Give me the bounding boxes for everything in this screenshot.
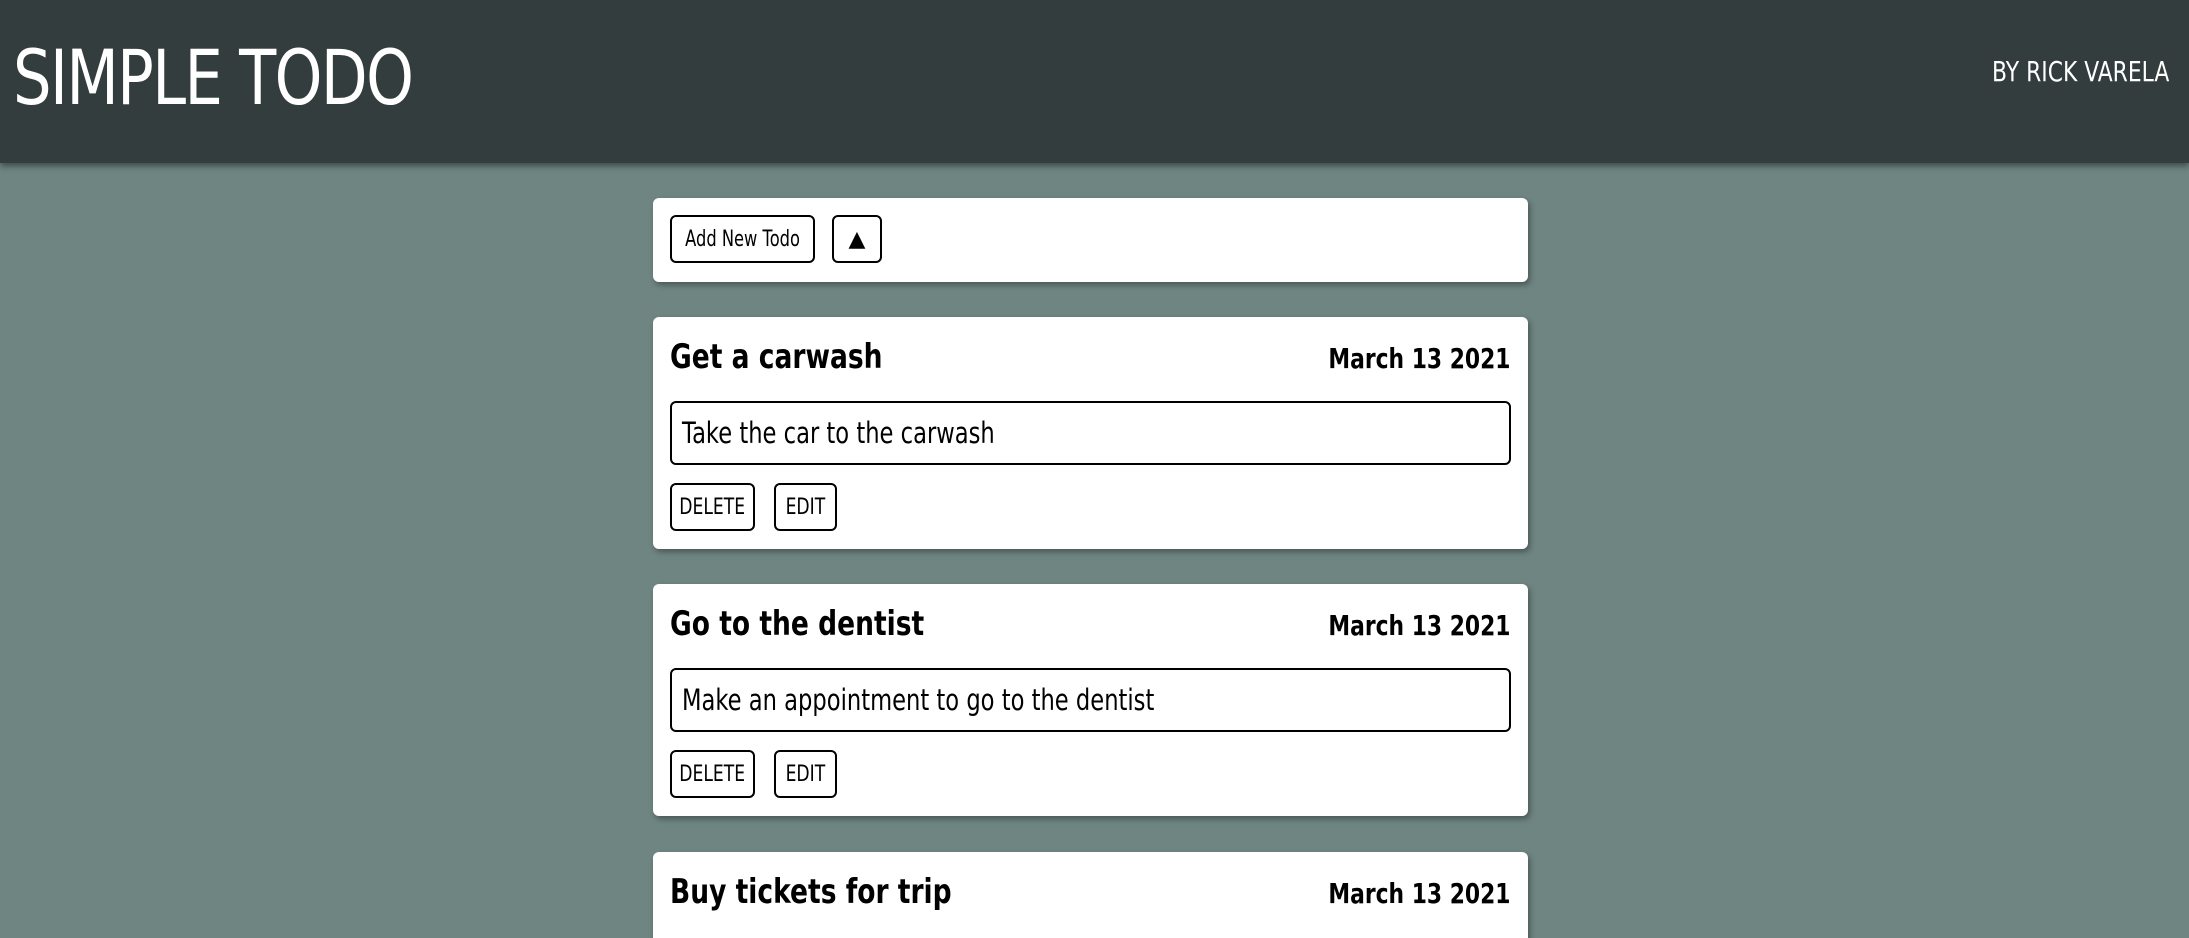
triangle-up-icon: ▲ xyxy=(848,226,866,252)
todo-card: Go to the dentist March 13 2021 Make an … xyxy=(653,584,1528,816)
todo-title: Go to the dentist xyxy=(670,604,925,644)
todo-date: March 13 2021 xyxy=(1327,342,1510,375)
edit-label: EDIT xyxy=(785,494,826,520)
todo-date: March 13 2021 xyxy=(1327,877,1510,910)
delete-todo-button[interactable]: DELETE xyxy=(670,750,755,798)
author-byline: BY RICK VARELA xyxy=(1991,55,2169,88)
todo-date: March 13 2021 xyxy=(1327,609,1510,642)
add-new-todo-label: Add New Todo xyxy=(685,226,800,252)
todo-card: Get a carwash March 13 2021 Take the car… xyxy=(653,317,1528,549)
todo-title: Buy tickets for trip xyxy=(670,872,952,912)
todo-description-text: Make an appointment to go to the dentist xyxy=(682,683,1155,717)
collapse-toggle-button[interactable]: ▲ xyxy=(832,215,882,263)
add-new-todo-button[interactable]: Add New Todo xyxy=(670,215,815,263)
todo-controls-panel: Add New Todo ▲ xyxy=(653,198,1528,282)
delete-label: DELETE xyxy=(679,494,746,520)
todo-card: Buy tickets for trip March 13 2021 xyxy=(653,852,1528,938)
app-title: SIMPLE TODO xyxy=(13,33,414,122)
todo-description-field[interactable]: Take the car to the carwash xyxy=(670,401,1511,465)
todo-title: Get a carwash xyxy=(670,337,883,377)
delete-label: DELETE xyxy=(679,761,746,787)
app-header: SIMPLE TODO BY RICK VARELA xyxy=(0,0,2189,163)
todo-description-text: Take the car to the carwash xyxy=(682,416,995,450)
edit-todo-button[interactable]: EDIT xyxy=(774,483,837,531)
todo-description-field[interactable]: Make an appointment to go to the dentist xyxy=(670,668,1511,732)
edit-todo-button[interactable]: EDIT xyxy=(774,750,837,798)
edit-label: EDIT xyxy=(785,761,826,787)
delete-todo-button[interactable]: DELETE xyxy=(670,483,755,531)
